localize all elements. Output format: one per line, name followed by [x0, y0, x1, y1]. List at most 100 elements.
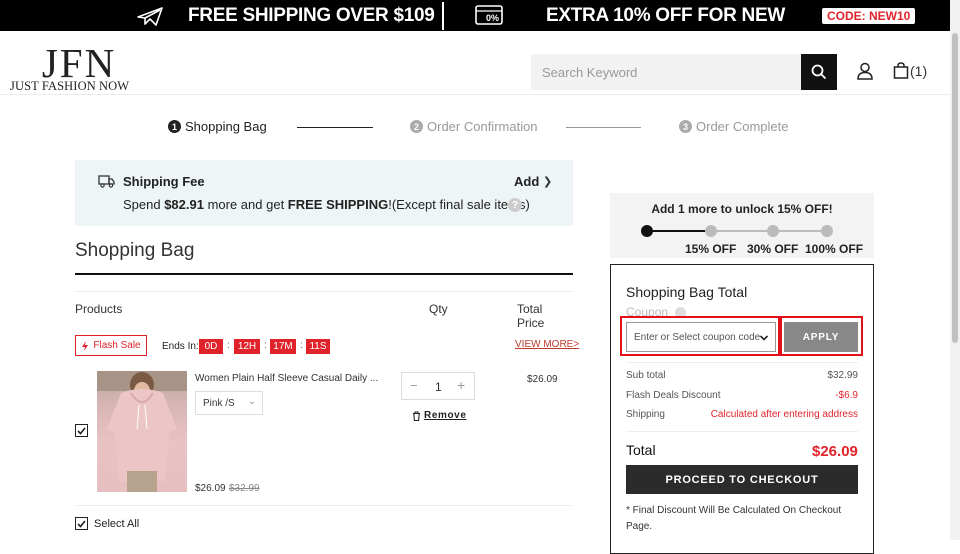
view-more-link[interactable]: VIEW MORE>	[515, 339, 579, 350]
lightning-icon	[82, 340, 89, 351]
ends-in-label: Ends In:	[162, 341, 199, 352]
discount-progress-box: Add 1 more to unlock 15% OFF! 15% OFF 30…	[610, 193, 874, 258]
item-price: $26.09	[195, 483, 226, 494]
truck-icon	[98, 175, 115, 188]
scrollbar-thumb[interactable]	[952, 33, 958, 343]
select-all-label[interactable]: Select All	[94, 518, 139, 530]
banner-code-badge: CODE: NEW10	[822, 8, 916, 24]
col-products: Products	[75, 302, 123, 316]
minus-icon[interactable]: −	[410, 378, 418, 393]
banner-shipping-text: FREE SHIPPING OVER $109	[188, 5, 435, 26]
progress-start-dot	[641, 225, 653, 237]
discount-value: -$6.9	[835, 390, 858, 401]
chevron-down-icon: ⌄	[247, 396, 256, 407]
remove-button[interactable]: Remove	[412, 410, 467, 421]
chevron-right-icon[interactable]: ❯	[543, 175, 552, 188]
select-all-checkbox[interactable]	[75, 517, 88, 530]
promo-banner: FREE SHIPPING OVER $109 0% EXTRA 10% OFF…	[0, 0, 960, 31]
shipping-msg-prefix: Spend	[123, 197, 165, 212]
timer-seconds: 11S	[306, 339, 330, 354]
summary-divider	[626, 362, 858, 363]
remove-label: Remove	[424, 410, 467, 421]
shipping-label: Shipping	[626, 409, 665, 420]
cart-button[interactable]: (1)	[893, 62, 927, 79]
user-icon[interactable]	[856, 62, 874, 80]
trash-icon	[413, 410, 420, 421]
product-image[interactable]	[97, 371, 187, 492]
timer-separator: :	[227, 340, 230, 351]
svg-text:0%: 0%	[486, 13, 499, 23]
step-order-complete: 3 Order Complete	[679, 119, 788, 134]
timer-separator: :	[300, 340, 303, 351]
banner-divider	[442, 2, 444, 30]
shipping-value: Calculated after entering address	[710, 409, 858, 420]
tier-dot-100	[821, 225, 833, 237]
tier-dot-15	[705, 225, 717, 237]
shopping-bag-icon	[893, 62, 909, 79]
free-shipping-text: FREE SHIPPING	[287, 197, 389, 212]
discount-row: Flash Deals Discount -$6.9	[626, 390, 858, 401]
shipping-fee-title: Shipping Fee	[123, 174, 205, 189]
page-title: Shopping Bag	[75, 240, 195, 261]
cart-count: (1)	[910, 62, 928, 79]
col-total-price: Total Price	[517, 302, 545, 330]
site-header: JFN JUST FASHION NOW (1)	[0, 31, 950, 95]
plane-icon	[137, 7, 163, 26]
timer-separator: :	[264, 340, 267, 351]
flash-sale-badge: Flash Sale	[75, 335, 147, 356]
logo-wordmark: JUST FASHION NOW	[10, 79, 130, 93]
timer-hours: 12H	[234, 339, 260, 354]
shipping-amount: $82.91	[164, 197, 204, 212]
search-input[interactable]	[531, 54, 801, 90]
site-logo[interactable]: JFN JUST FASHION NOW	[10, 40, 140, 93]
row-divider	[75, 505, 573, 506]
tier-label: 30% OFF	[747, 242, 799, 256]
question-icon[interactable]: ?	[508, 198, 522, 212]
progress-fill	[647, 230, 707, 232]
step-label: Order Complete	[696, 119, 789, 134]
product-name[interactable]: Women Plain Half Sleeve Casual Daily ...	[195, 373, 378, 384]
summary-title: Shopping Bag Total	[626, 284, 748, 300]
variant-value: Pink /S	[203, 397, 235, 409]
check-icon	[77, 519, 86, 528]
summary-divider	[626, 431, 858, 432]
step-number: 1	[168, 120, 181, 133]
step-number: 2	[410, 120, 423, 133]
timer-days: 0D	[199, 339, 223, 354]
discount-label: Flash Deals Discount	[626, 390, 721, 401]
plus-icon[interactable]: +	[457, 377, 465, 393]
tier-label: 100% OFF	[805, 242, 864, 256]
shipping-add-link[interactable]: Add	[514, 174, 539, 189]
search-icon	[811, 64, 827, 80]
promo-title: Add 1 more to unlock 15% OFF!	[651, 202, 833, 216]
step-connector	[566, 127, 641, 128]
check-icon	[77, 426, 86, 435]
item-original-price: $32.99	[229, 483, 260, 494]
proceed-to-checkout-button[interactable]: PROCEED TO CHECKOUT	[626, 465, 858, 494]
subtotal-value: $32.99	[827, 370, 858, 381]
checkout-note: * Final Discount Will Be Calculated On C…	[626, 505, 842, 532]
highlight-box-apply	[778, 316, 863, 356]
shipping-message: Spend $82.91 more and get FREE SHIPPING!…	[123, 197, 530, 212]
quantity-stepper[interactable]: − 1 +	[401, 372, 475, 400]
timer-minutes: 17M	[270, 339, 296, 354]
quantity-value[interactable]: 1	[435, 380, 442, 394]
search-button[interactable]	[801, 54, 837, 90]
variant-select[interactable]: Pink /S ⌄	[195, 391, 263, 415]
step-shopping-bag: 1 Shopping Bag	[168, 119, 267, 134]
subtotal-label: Sub total	[626, 370, 666, 381]
highlight-box-coupon	[620, 316, 782, 356]
shipping-msg-mid: more and get	[203, 197, 288, 212]
item-checkbox[interactable]	[75, 424, 88, 437]
percent-tag-icon: 0%	[475, 5, 503, 25]
subtotal-row: Sub total $32.99	[626, 370, 858, 381]
logo-mark: JFN	[41, 40, 117, 86]
shipping-row: Shipping Calculated after entering addre…	[626, 409, 858, 420]
item-total-price: $26.09	[527, 374, 558, 385]
col-qty: Qty	[429, 302, 448, 316]
tier-dot-30	[767, 225, 779, 237]
page-scrollbar[interactable]	[950, 0, 960, 540]
tier-label: 15% OFF	[685, 242, 737, 256]
step-label: Order Confirmation	[427, 119, 538, 134]
products-table-header: Products Qty Total Price	[75, 291, 573, 330]
